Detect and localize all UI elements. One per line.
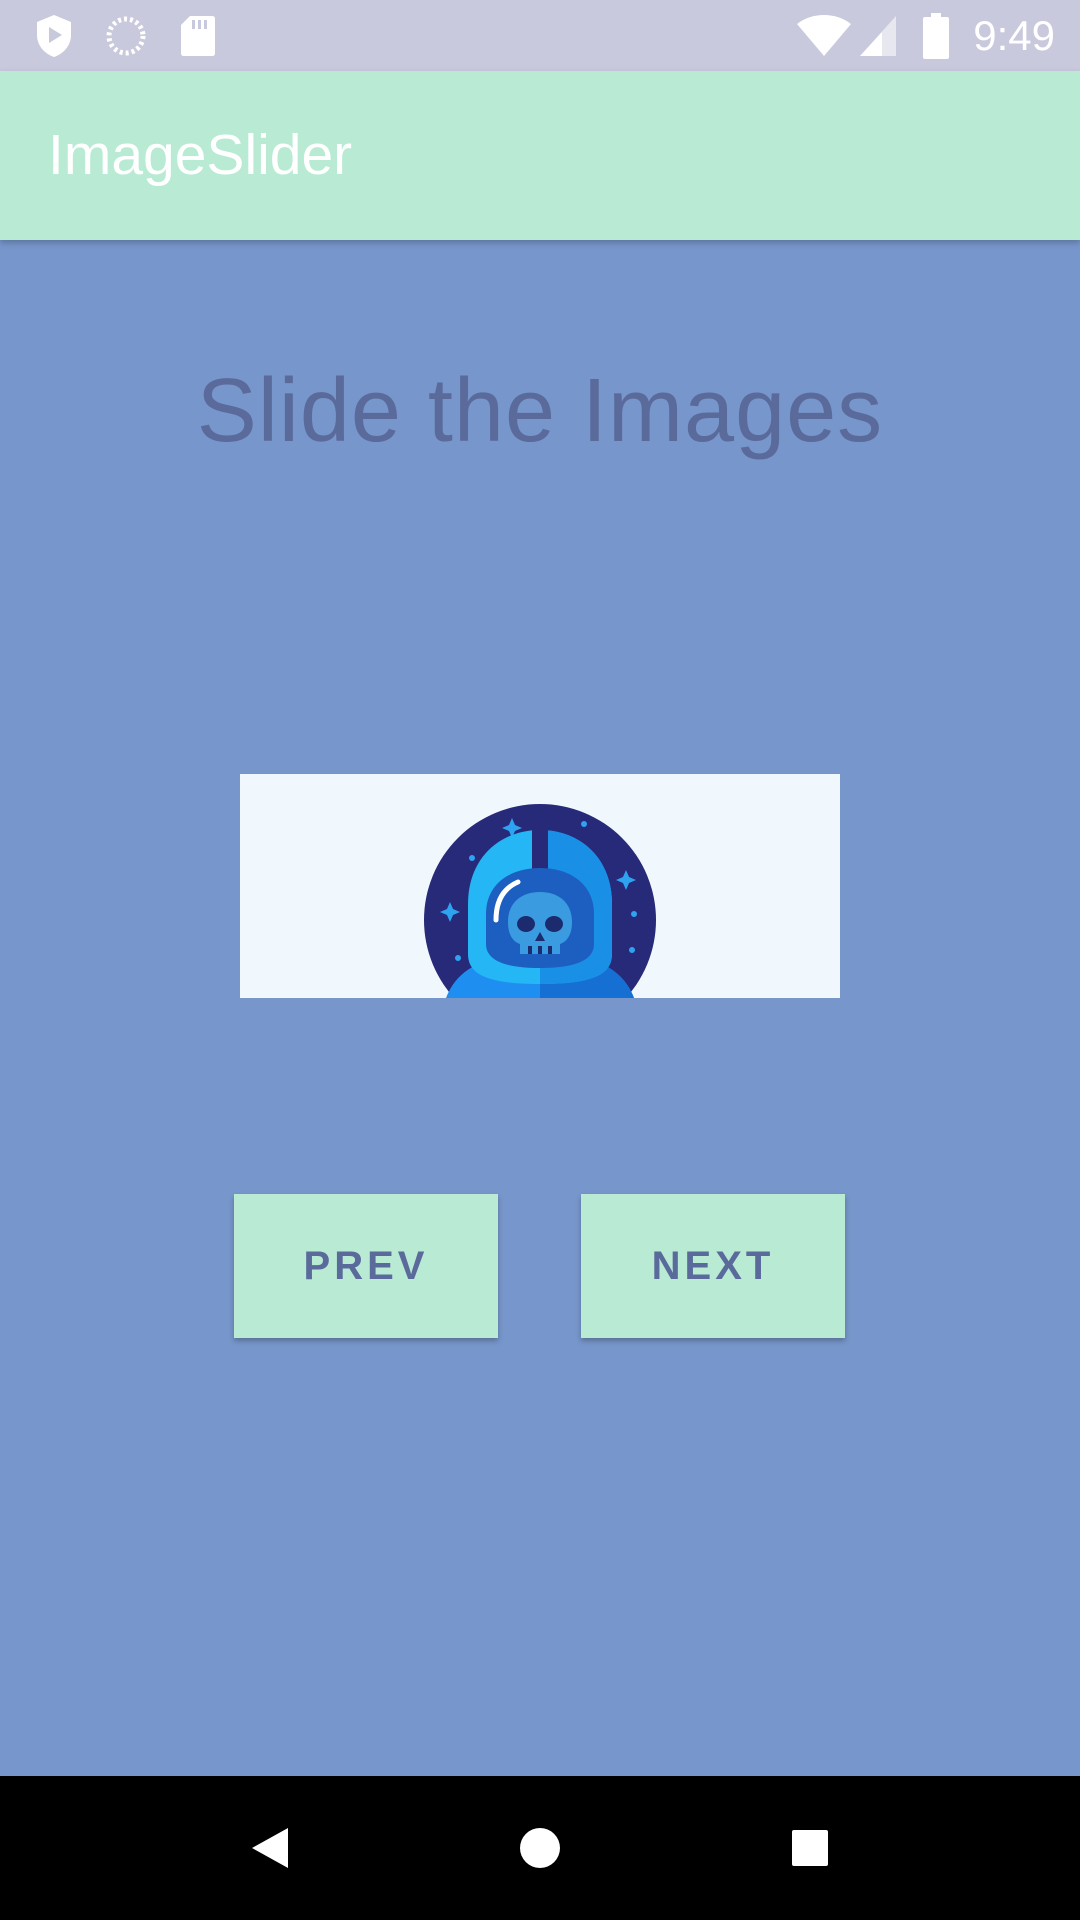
prev-button[interactable]: PREV [234,1194,498,1338]
status-time: 9:49 [973,12,1055,59]
sd-card-icon [180,0,216,71]
next-button[interactable]: NEXT [581,1194,845,1338]
back-icon[interactable] [210,1776,330,1920]
app-bar: ImageSlider [0,71,1080,240]
cell-signal-icon [858,0,898,71]
image-slider[interactable] [240,774,840,998]
sync-spinner-icon [104,0,148,71]
wifi-icon [796,0,852,71]
status-bar: 9:49 [0,0,1080,71]
app-title: ImageSlider [48,123,353,187]
navigation-bar [0,1776,1080,1920]
battery-icon [922,0,950,71]
play-protect-icon [34,0,74,71]
home-icon[interactable] [480,1776,600,1920]
recents-icon[interactable] [750,1776,870,1920]
page-heading: Slide the Images [196,361,884,461]
astronaut-skull-icon [424,804,656,998]
